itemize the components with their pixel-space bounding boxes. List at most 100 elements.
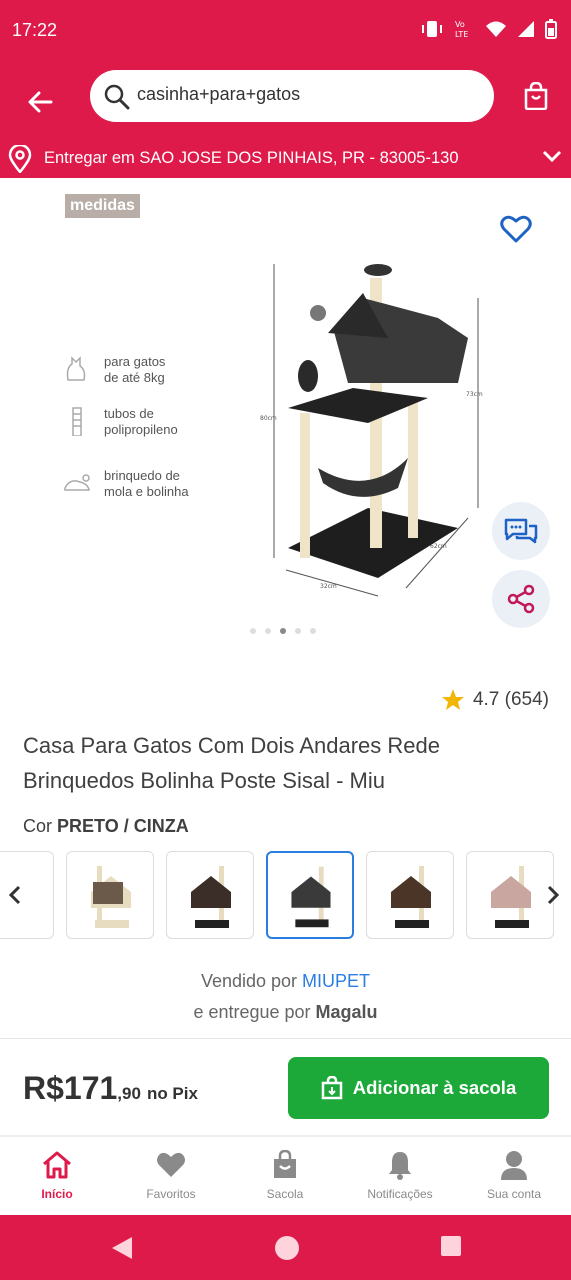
feature-text-tube: tubos de polipropileno [104,406,178,437]
price-integer: R$171 [23,1070,118,1106]
user-icon [501,1151,527,1180]
feature-item: tubos de polipropileno [62,406,178,438]
sold-prefix: Vendido por [200,971,298,991]
tab-inicio[interactable]: Início [0,1149,114,1201]
tab-favoritos[interactable]: Favoritos [114,1149,228,1201]
dim-depth-label: 62cm [430,543,447,550]
back-button[interactable] [20,82,60,122]
dim-height2-label: 73cm [466,391,483,398]
product-image-carousel[interactable]: medidas para gatos de até 8kg tubos de p… [0,178,571,648]
delivered-by: Magalu [315,1002,378,1022]
status-bar: 17:22 Vo LTE [0,0,571,62]
price: R$171 ,90 no Pix [23,1070,198,1107]
price-cents: ,90 [117,1084,141,1103]
heart-icon [157,1152,185,1177]
tab-label: Notificações [367,1187,433,1201]
location-pin-icon [8,145,32,173]
color-label: Cor [23,816,53,836]
wifi-icon [486,21,506,37]
battery-icon [545,19,557,39]
tab-label: Sua conta [486,1187,542,1201]
delivery-address-bar[interactable]: Entregar em SAO JOSE DOS PINHAIS, PR - 8… [0,140,571,178]
shopping-bag-icon [524,81,548,111]
variant-image [491,866,531,928]
svg-text:LTE: LTE [455,30,468,39]
image-tag: medidas [65,194,140,218]
seller-info: Vendido por MIUPET e entregue por Magalu [0,966,571,1028]
rating-value: 4.7 (654) [472,689,549,710]
carousel-indicator [250,628,316,634]
top-header: casinha+para+gatos [0,62,571,140]
color-selector-label: Cor PRETO / CINZA [23,816,189,837]
search-icon [104,84,130,110]
dim-width-label: 32cm [320,583,337,590]
delivery-address-text: Entregar em SAO JOSE DOS PINHAIS, PR - 8… [44,149,459,167]
bell-icon [389,1152,411,1180]
variant-image [91,866,131,928]
share-button[interactable] [492,570,550,628]
tab-label: Sacola [266,1187,304,1201]
color-variant[interactable] [166,851,254,939]
color-value: PRETO / CINZA [57,816,189,836]
favorite-button[interactable] [500,214,532,248]
bottom-tab-bar: Início Favoritos Sacola Notificações Sua… [0,1137,571,1215]
vibrate-icon [422,21,442,37]
variant-image [291,866,331,928]
tab-label: Início [41,1187,73,1201]
chat-button[interactable] [492,502,550,560]
carousel-dot[interactable] [295,628,301,634]
arrow-left-icon [28,91,53,113]
tab-sua-conta[interactable]: Sua conta [457,1149,571,1201]
carousel-dot[interactable] [265,628,271,634]
tab-label: Favoritos [146,1187,196,1201]
feature-item: brinquedo de mola e bolinha [62,468,189,500]
star-icon [441,689,464,710]
nav-back-icon[interactable] [110,1235,134,1261]
product-title: Casa Para Gatos Com Dois Andares Rede Br… [23,733,440,793]
toy-icon [64,474,90,491]
cat-icon [66,356,86,381]
cat-tree-image: 80cm 73cm 32cm 62cm [260,264,483,597]
search-query: casinha+para+gatos [137,84,301,104]
chevron-left-icon[interactable] [8,885,22,905]
carousel-dot-active[interactable] [280,628,286,634]
volte-icon: VoLTE [455,20,468,39]
carousel-dot[interactable] [250,628,256,634]
heart-outline-icon [500,215,532,243]
tab-sacola[interactable]: Sacola [228,1149,342,1201]
status-icons: Vo LTE [421,18,557,40]
nav-home-icon[interactable] [274,1235,300,1261]
tube-icon [72,407,82,436]
seller-link[interactable]: MIUPET [302,971,370,991]
color-variant[interactable] [466,851,554,939]
chevron-right-icon[interactable] [546,885,560,905]
variant-image [191,866,231,928]
shopping-bag-icon [321,1076,342,1100]
color-variant-list [0,850,571,942]
status-time: 17:22 [12,20,58,40]
price-suffix: no Pix [146,1084,198,1103]
share-icon [507,584,535,614]
feature-item: para gatos de até 8kg [62,354,165,386]
product-rating[interactable]: 4.7 (654) [441,688,549,712]
nav-recents-icon[interactable] [440,1235,462,1257]
variant-image [391,866,431,928]
search-bar[interactable]: casinha+para+gatos [90,70,494,122]
chevron-down-icon [542,150,562,163]
color-variant-selected[interactable] [266,851,354,939]
add-to-bag-button[interactable]: Adicionar à sacola [288,1057,549,1119]
delivered-prefix: e entregue por [193,1002,311,1022]
svg-text:Vo: Vo [455,20,465,29]
dim-height-label: 80cm [260,415,277,422]
color-variant[interactable] [66,851,154,939]
feature-text-cat: para gatos de até 8kg [104,354,166,385]
home-icon [43,1151,71,1179]
system-nav-bar [0,1215,571,1280]
color-variant[interactable] [366,851,454,939]
tab-notificacoes[interactable]: Notificações [343,1149,457,1201]
bag-button[interactable] [523,81,549,114]
divider [0,1038,571,1039]
bag-icon [274,1150,296,1178]
carousel-dot[interactable] [310,628,316,634]
signal-icon [518,21,534,37]
